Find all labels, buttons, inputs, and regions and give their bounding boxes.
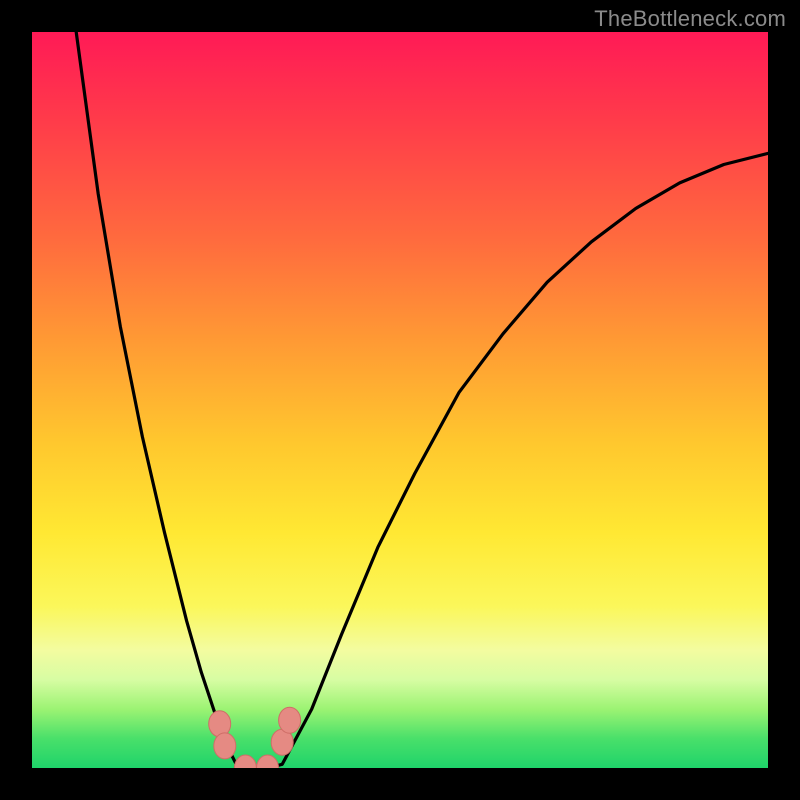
data-marker [234,755,256,768]
bottleneck-curve [76,32,768,768]
chart-frame: TheBottleneck.com [0,0,800,800]
plot-area [32,32,768,768]
curve-svg [32,32,768,768]
data-marker [214,733,236,759]
watermark-text: TheBottleneck.com [594,6,786,32]
data-marker [279,707,301,733]
data-marker [257,755,279,768]
